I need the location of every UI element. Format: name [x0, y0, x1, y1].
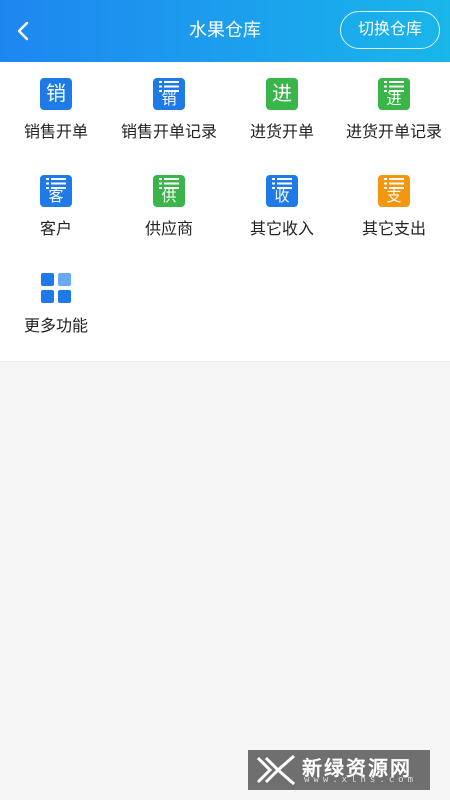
sales-record-icon-char: 销 [161, 91, 177, 108]
more-functions-icon [41, 273, 71, 303]
header-bar: 水果仓库 切换仓库 [0, 0, 450, 62]
function-grid: 销 销售开单 销 销售开单记录 进 进货开单 进 进货开单记录 客 客户 供 供… [0, 62, 450, 362]
supplier-icon-char: 供 [161, 188, 177, 205]
customer-item[interactable]: 客 客户 [0, 159, 112, 241]
purchase-order-icon: 进 [266, 78, 298, 110]
other-expense-icon-char: 支 [386, 188, 402, 205]
other-income-label: 其它收入 [249, 221, 314, 238]
purchase-record-icon-char: 进 [386, 91, 402, 108]
other-expense-icon: 支 [378, 175, 410, 207]
watermark-logo-icon [256, 754, 295, 786]
sales-order-item[interactable]: 销 销售开单 [0, 62, 112, 144]
sales-order-icon: 销 [40, 78, 72, 110]
sales-record-label: 销售开单记录 [120, 124, 217, 141]
purchase-order-item[interactable]: 进 进货开单 [226, 62, 338, 144]
sales-record-item[interactable]: 销 销售开单记录 [113, 62, 225, 144]
other-income-item[interactable]: 收 其它收入 [226, 159, 338, 241]
customer-icon-char: 客 [48, 188, 64, 205]
other-expense-label: 其它支出 [361, 221, 426, 238]
more-functions-item[interactable]: 更多功能 [0, 256, 112, 338]
purchase-record-item[interactable]: 进 进货开单记录 [338, 62, 450, 144]
purchase-order-label: 进货开单 [249, 124, 314, 141]
supplier-item[interactable]: 供 供应商 [113, 159, 225, 241]
customer-icon: 客 [40, 175, 72, 207]
switch-warehouse-button[interactable]: 切换仓库 [340, 11, 440, 49]
sales-record-icon: 销 [153, 78, 185, 110]
other-income-icon-char: 收 [274, 188, 290, 205]
other-expense-item[interactable]: 支 其它支出 [338, 159, 450, 241]
other-income-icon: 收 [266, 175, 298, 207]
sales-order-label: 销售开单 [23, 124, 88, 141]
supplier-icon: 供 [153, 175, 185, 207]
more-functions-label: 更多功能 [23, 318, 88, 335]
purchase-record-icon: 进 [378, 78, 410, 110]
watermark-url: www.xlhs.com [304, 775, 418, 785]
supplier-label: 供应商 [144, 221, 193, 238]
purchase-record-label: 进货开单记录 [345, 124, 442, 141]
customer-label: 客户 [39, 221, 72, 238]
site-watermark: 新绿资源网 www.xlhs.com [248, 750, 430, 790]
